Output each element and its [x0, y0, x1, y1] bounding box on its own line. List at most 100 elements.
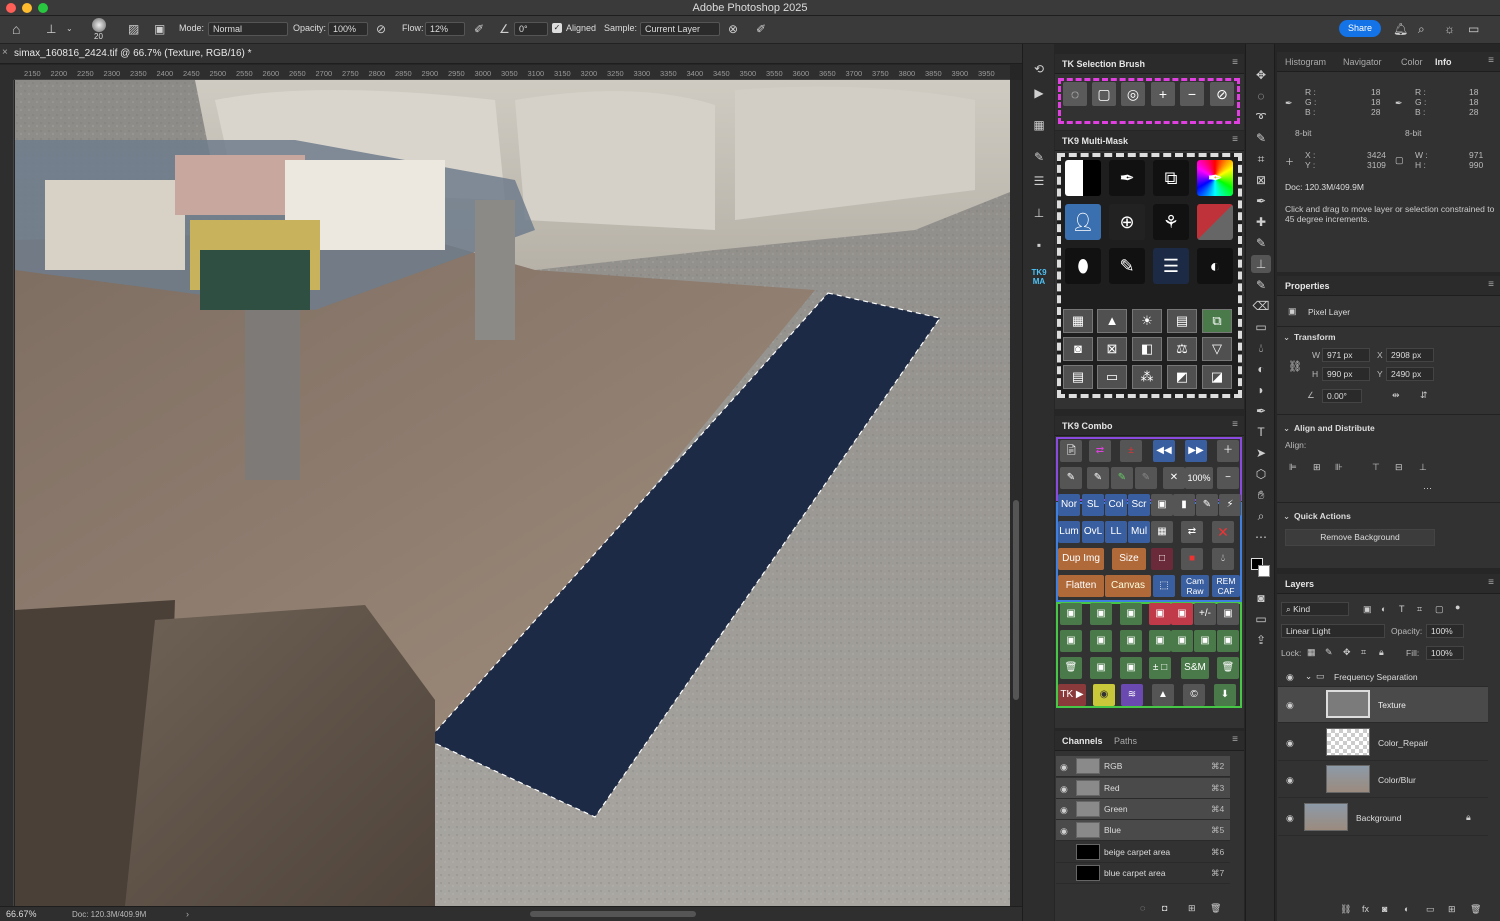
plus-minus-layer-button[interactable]: +/-	[1194, 603, 1216, 625]
adjustment-layer-icon[interactable]: ◐	[1404, 904, 1409, 914]
blend-normal-button[interactable]: Nor	[1058, 494, 1080, 516]
lasso-tool-icon[interactable]: ➰︎	[1251, 108, 1271, 126]
layer-button-13[interactable]: ▣	[1090, 657, 1112, 679]
new-channel-icon[interactable]: ⊞	[1188, 903, 1196, 914]
move-tool-icon[interactable]: ✥	[1251, 66, 1271, 84]
ignore-adjustment-icon[interactable]: ⊗	[728, 22, 738, 36]
paths-tab[interactable]: Paths	[1114, 736, 1137, 746]
camera-layer-button[interactable]: ▣	[1217, 603, 1239, 625]
screen-mode-icon[interactable]: ▭	[1251, 610, 1271, 628]
horizontal-scrollbar-thumb[interactable]	[530, 911, 696, 917]
aligned-checkbox[interactable]: ✓	[552, 23, 562, 33]
chevron-down-icon[interactable]: ⌄	[1283, 423, 1290, 434]
channels-tab[interactable]: Channels	[1062, 736, 1103, 746]
layer-opacity-field[interactable]: 100%	[1426, 624, 1464, 638]
blend-ll-button[interactable]: LL	[1105, 521, 1127, 543]
adj-triangle-icon[interactable]: ▽	[1202, 337, 1232, 361]
scrollbar-thumb[interactable]	[1013, 500, 1019, 700]
brush-gray-button[interactable]: ✎	[1135, 467, 1157, 489]
pressure-opacity-icon[interactable]: ⊘	[376, 22, 386, 36]
add-button[interactable]: ＋	[1217, 440, 1239, 462]
lock-pixels-icon[interactable]: ✎	[1325, 647, 1333, 658]
panel-menu-icon[interactable]: ≡	[1232, 734, 1238, 745]
layer-button-2[interactable]: ▣	[1090, 603, 1112, 625]
link-layers-icon[interactable]: ⛓	[1340, 904, 1351, 915]
sponge-tool-icon[interactable]: ◗	[1251, 381, 1271, 399]
add-mask-icon[interactable]: ◙	[1382, 904, 1387, 914]
frame-tool-icon[interactable]: ⊠	[1251, 171, 1271, 189]
filter-toggle-icon[interactable]: ●	[1455, 602, 1460, 612]
circles-icon[interactable]: ◐	[1197, 248, 1233, 284]
blend-mode-select[interactable]: Linear Light	[1281, 624, 1385, 638]
more-options-icon[interactable]: ⋯	[1423, 483, 1432, 494]
document-tab[interactable]: × simax_160816_2424.tif @ 66.7% (Texture…	[0, 44, 1022, 64]
filter-shape-icon[interactable]: ⌗	[1417, 604, 1422, 615]
adj-lut-icon[interactable]: ◪	[1202, 365, 1232, 389]
delete-channel-icon[interactable]: 🗑︎	[1210, 903, 1221, 914]
layer-button-8[interactable]: ▣	[1120, 630, 1142, 652]
eye-icon[interactable]: ◉	[1286, 738, 1294, 749]
flip-horizontal-icon[interactable]: ⇹	[1392, 390, 1400, 401]
lock-position-icon[interactable]: ✥	[1343, 647, 1351, 658]
brush-panel-icon[interactable]: ✎	[1029, 148, 1049, 166]
clip-button[interactable]: ✎	[1196, 494, 1218, 516]
info-tab[interactable]: Info	[1435, 57, 1452, 67]
histogram-tab[interactable]: Histogram	[1285, 57, 1326, 67]
load-selection-icon[interactable]: ◌	[1140, 903, 1145, 913]
sample-select[interactable]: Current Layer	[640, 22, 720, 36]
grid-icon[interactable]: ▦	[1029, 116, 1049, 134]
adj-levels-icon[interactable]: ▲	[1097, 309, 1127, 333]
canvas-button[interactable]: Canvas	[1105, 575, 1151, 597]
layer-group-row[interactable]: ◉ ⌄ ▭ Frequency Separation	[1278, 667, 1488, 687]
filter-adjust-icon[interactable]: ◐	[1381, 604, 1386, 614]
align-bottom-icon[interactable]: ⊥	[1419, 462, 1427, 473]
quick-actions-label[interactable]: Quick Actions	[1294, 511, 1351, 521]
align-left-icon[interactable]: ⊫	[1289, 462, 1297, 473]
airbrush-icon[interactable]: ✐	[474, 22, 484, 36]
align-center-h-icon[interactable]: ⊞	[1313, 462, 1321, 473]
adj-grid-icon[interactable]: ▦	[1063, 309, 1093, 333]
gradient-tool-icon[interactable]: ▭	[1251, 318, 1271, 336]
remove-background-button[interactable]: Remove Background	[1285, 529, 1435, 546]
layer-row[interactable]: ◉ Color_Repair	[1278, 725, 1488, 761]
channel-row[interactable]: beige carpet area ⌘6	[1056, 842, 1230, 863]
flip-vertical-icon[interactable]: ⇵	[1420, 390, 1428, 401]
filter-smart-icon[interactable]: ▢	[1435, 604, 1444, 615]
person-mask-icon[interactable]: 👤︎	[1065, 204, 1101, 240]
trash-button-2[interactable]: 🗑︎	[1217, 657, 1239, 679]
adj-gradient-icon[interactable]: ▤	[1063, 365, 1093, 389]
mask-half-icon[interactable]	[1065, 160, 1101, 196]
adj-balance-icon[interactable]: ⚖	[1167, 337, 1197, 361]
transform-label[interactable]: Transform	[1294, 332, 1336, 342]
cam-raw-button[interactable]: Cam Raw	[1181, 575, 1209, 597]
share-button[interactable]: Share	[1339, 20, 1381, 37]
bell-icon[interactable]: 🔔︎	[1393, 22, 1408, 36]
panel-menu-icon[interactable]: ≡	[1232, 419, 1238, 430]
canvas[interactable]	[15, 80, 1010, 906]
delete-layer-icon[interactable]: 🗑︎	[1470, 904, 1481, 915]
layer-button-1[interactable]: ▣	[1060, 603, 1082, 625]
eye-icon[interactable]: ◉	[1060, 826, 1068, 837]
flow-field[interactable]: 12%	[425, 22, 465, 36]
brightness-icon[interactable]: ☼	[1444, 22, 1455, 36]
eye-icon[interactable]: ◉	[1060, 805, 1068, 816]
align-right-icon[interactable]: ⊪	[1335, 462, 1343, 473]
width-field[interactable]: 971 px	[1322, 348, 1370, 362]
new-doc-button[interactable]: 📄︎	[1060, 440, 1082, 462]
subtract-selection-button[interactable]: −	[1180, 82, 1204, 106]
forward-button[interactable]: ▶▶	[1185, 440, 1207, 462]
mask-edit-icon[interactable]: ✎	[1109, 248, 1145, 284]
blend-sl-button[interactable]: SL	[1082, 494, 1104, 516]
triangle-button[interactable]: ▲	[1152, 684, 1174, 706]
blend-color-button[interactable]: Col	[1105, 494, 1127, 516]
mode-select[interactable]: Normal	[208, 22, 288, 36]
red-square-button[interactable]: ■	[1181, 548, 1203, 570]
color-tab[interactable]: Color	[1401, 57, 1423, 67]
panel-menu-icon[interactable]: ≡	[1488, 577, 1494, 588]
panel-menu-icon[interactable]: ≡	[1488, 55, 1494, 66]
sliders-icon[interactable]: ☰	[1029, 172, 1049, 190]
layer-button-6[interactable]: ▣	[1060, 630, 1082, 652]
plus-minus-button[interactable]: ±	[1120, 440, 1142, 462]
mask-brush-icon[interactable]: ✒	[1109, 160, 1145, 196]
layer-button-5[interactable]: ▣	[1171, 603, 1193, 625]
